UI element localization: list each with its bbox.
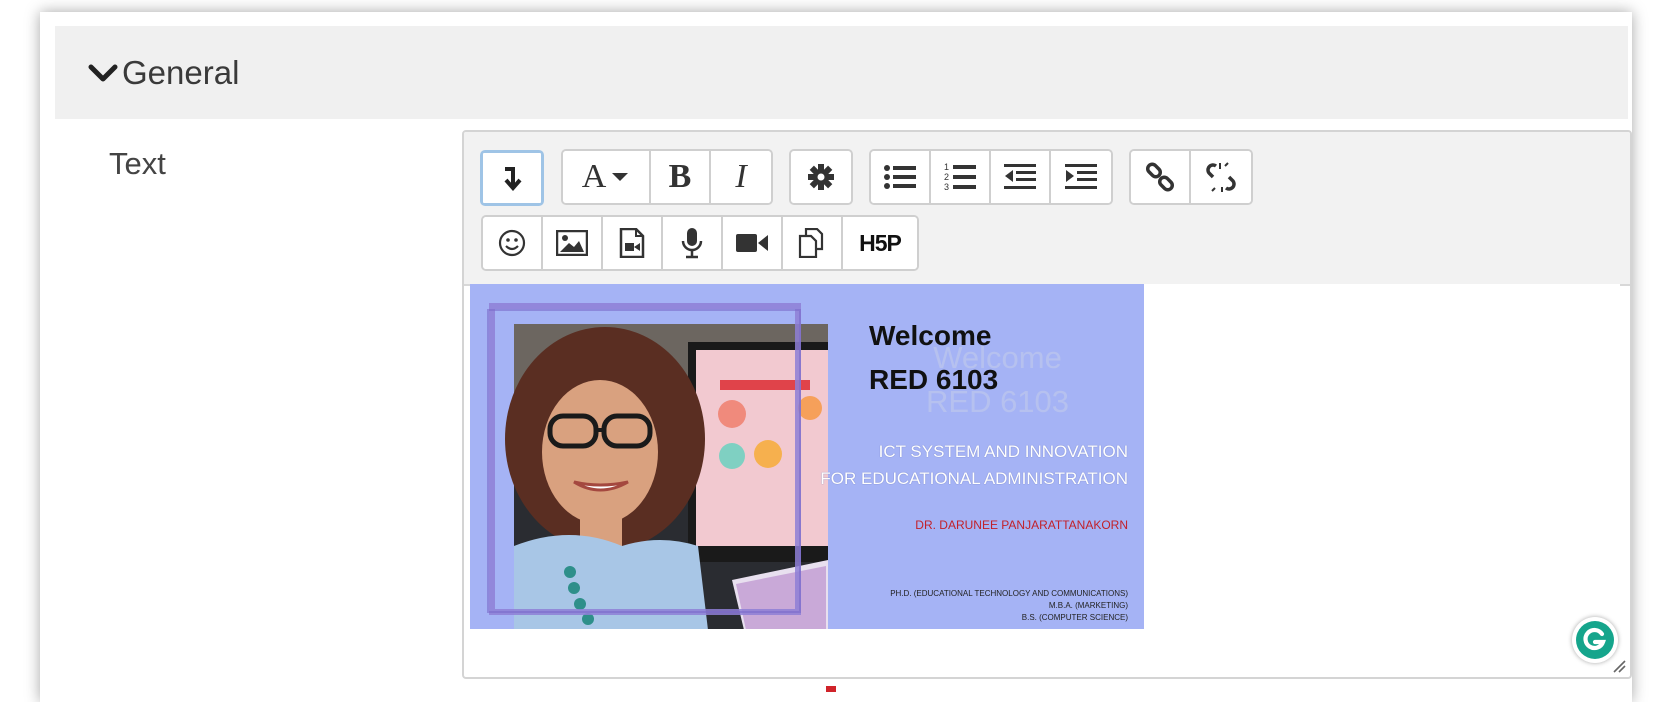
italic-button[interactable]: I [711,151,771,203]
slide-heading: Welcome RED 6103 [869,320,999,395]
chevron-down-icon[interactable] [88,61,118,85]
h5p-button[interactable]: H5P [843,217,917,269]
image-icon [556,230,588,256]
svg-text:3: 3 [944,182,949,192]
editor-content-area[interactable]: Welcome RED 6103 Welcome RED 6103 ICT SY… [470,284,1620,677]
show-more-icon [504,167,522,191]
indent-button[interactable] [1051,151,1111,203]
toolbar-group-lists: 123 [869,149,1113,205]
svg-text:1: 1 [944,162,949,172]
editor-toolbar: A B I 1 2 3 H5P [464,132,1630,286]
bullet-list-button[interactable] [871,151,931,203]
video-icon [736,234,768,252]
toolbar-group-collapse [480,150,544,206]
red-marker [826,686,836,692]
image-button[interactable] [543,217,603,269]
text-editor[interactable]: A B I 1 2 3 H5P Welcome RED 6103 Welcome… [462,130,1632,679]
microphone-icon [681,228,703,259]
bullet-list-icon [884,165,916,189]
emoji-button[interactable] [483,217,543,269]
toolbar-group-links [1129,149,1253,205]
section-title: General [122,53,240,91]
field-label-text: Text [109,146,166,181]
settings-icon [808,164,834,190]
record-audio-button[interactable] [663,217,723,269]
grammarly-button[interactable] [1572,617,1618,663]
form-card: General Text A B I 1 2 3 H5P Welcome RED… [40,12,1632,702]
media-button[interactable] [603,217,663,269]
h5p-icon: H5P [859,229,902,256]
record-video-button[interactable] [723,217,783,269]
manage-files-icon [798,228,824,258]
numbered-list-icon: 123 [944,162,976,192]
font-style-icon: A [581,158,607,195]
indent-icon [1065,164,1097,189]
welcome-slide-image: Welcome RED 6103 Welcome RED 6103 ICT SY… [470,284,1144,629]
slide-instructor-name: DR. DARUNEE PANJARATTANAKORN [915,518,1128,532]
manage-files-button[interactable] [783,217,843,269]
italic-icon: I [735,158,747,195]
toolbar-group-style: A B I [561,149,773,205]
link-button[interactable] [1131,151,1191,203]
outdent-icon [1004,164,1036,189]
font-style-button[interactable]: A [563,151,651,203]
resize-handle-icon[interactable] [1612,659,1626,673]
slide-degrees: PH.D. (EDUCATIONAL TECHNOLOGY AND COMMUN… [890,589,1128,622]
numbered-list-button[interactable]: 123 [931,151,991,203]
section-header-general[interactable]: General [55,26,1628,119]
bold-icon: B [668,158,692,195]
unlink-button[interactable] [1191,151,1251,203]
link-icon [1145,162,1175,192]
media-icon [619,228,645,258]
svg-text:2: 2 [944,172,949,182]
toolbar-group-insert: H5P [481,215,919,271]
grammarly-icon [1576,621,1614,659]
bold-button[interactable]: B [651,151,711,203]
settings-button[interactable] [791,151,851,203]
outdent-button[interactable] [991,151,1051,203]
slide-course-title: ICT SYSTEM AND INNOVATION FOR EDUCATIONA… [820,442,1128,488]
show-more-button[interactable] [480,150,544,206]
emoji-icon [498,229,526,257]
unlink-icon [1206,162,1236,192]
toolbar-group-settings [789,149,853,205]
